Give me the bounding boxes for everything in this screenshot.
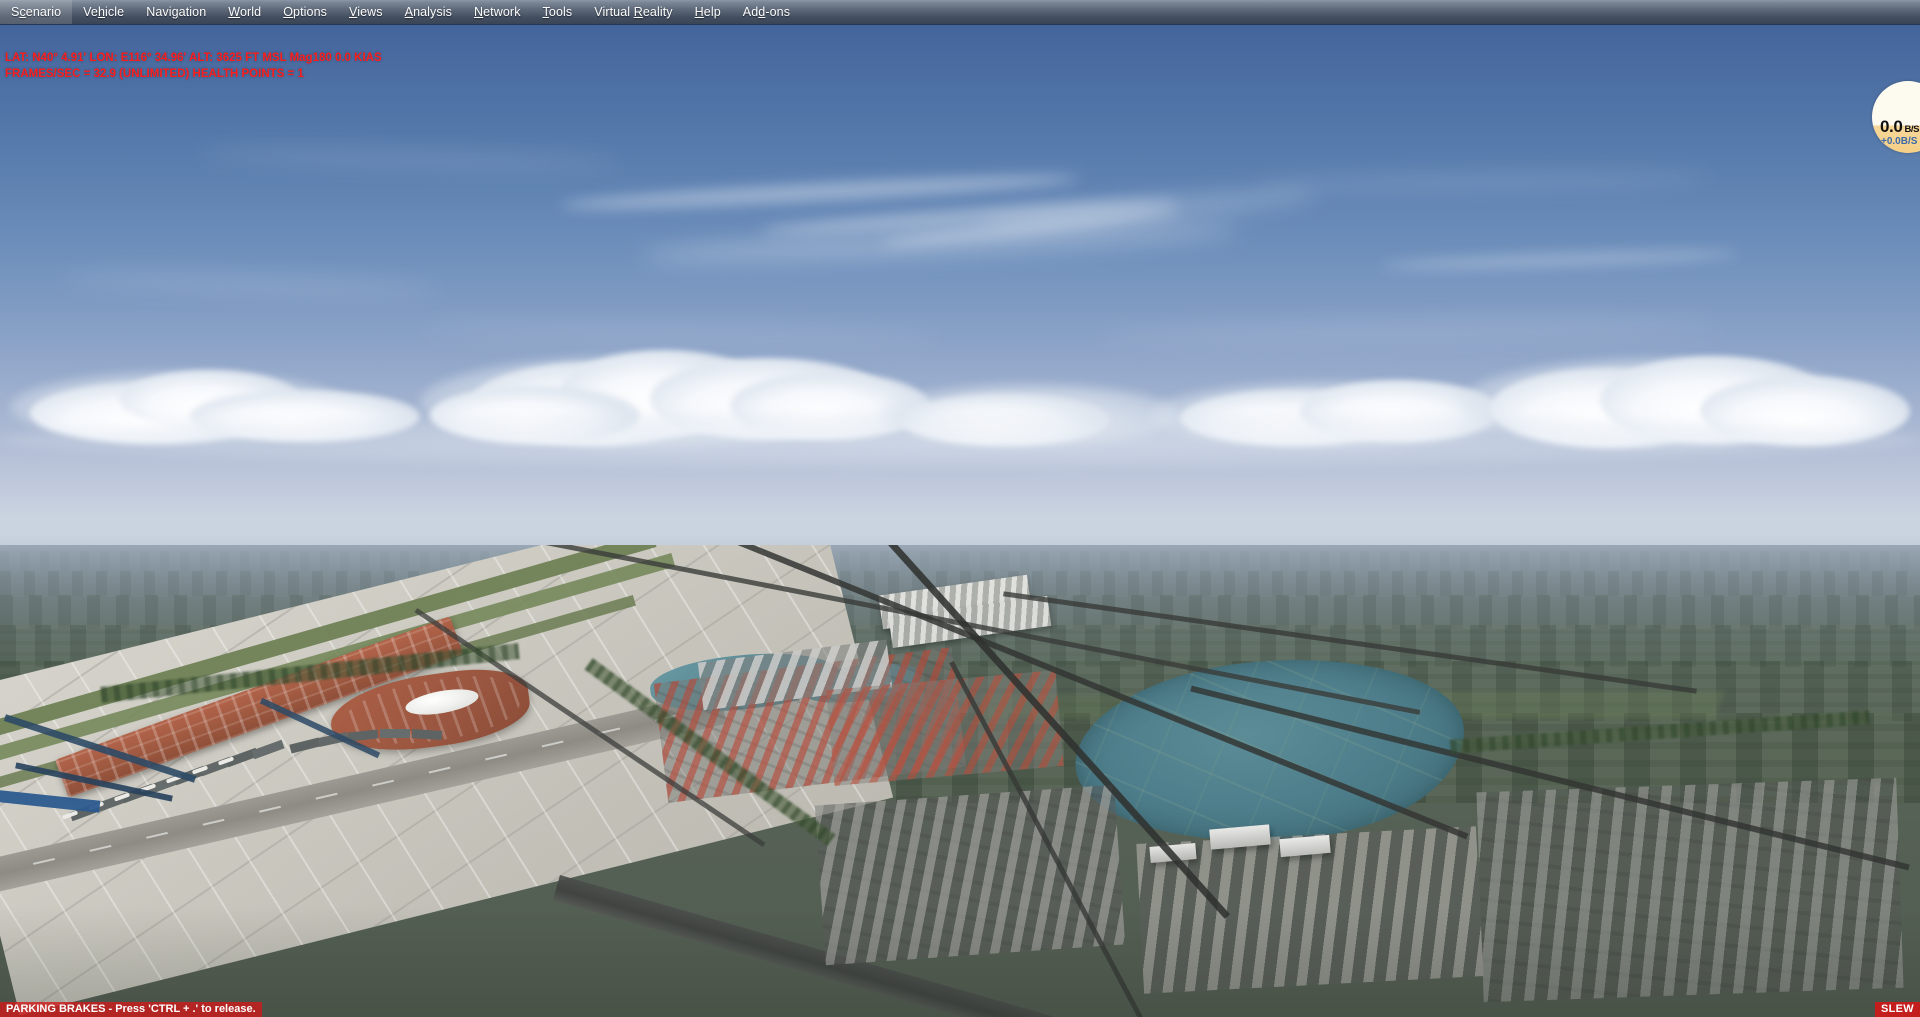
menu-options[interactable]: Options [272, 0, 338, 24]
menu-scenario[interactable]: Scenario [0, 0, 73, 24]
terrain-detail [0, 545, 1920, 1017]
menu-world[interactable]: World [217, 0, 272, 24]
flight-simulator-window: Scenario Vehicle Navigation World Options Vie… [0, 0, 1920, 1017]
menu-network[interactable]: Network [463, 0, 532, 24]
menu-add-ons[interactable]: Add-ons [732, 0, 801, 24]
bandwidth-unit: B/S [1904, 124, 1920, 135]
menu-analysis[interactable]: Analysis [394, 0, 463, 24]
menu-virtual-reality[interactable]: Virtual Reality [583, 0, 683, 24]
menu-tools[interactable]: Tools [532, 0, 584, 24]
menu-navigation[interactable]: Navigation [135, 0, 217, 24]
bandwidth-delta: +0.0B/S [1881, 136, 1918, 147]
bandwidth-value: 0.0 [1880, 117, 1903, 136]
simulation-viewport[interactable]: LAT: N40° 4.91' LON: E116° 34.96' ALT: 3… [0, 24, 1920, 1017]
parking-brake-warning: PARKING BRAKES - Press 'CTRL + .' to rel… [0, 1002, 262, 1017]
menu-help[interactable]: Help [684, 0, 732, 24]
bandwidth-value-group: 0.0 B/S [1880, 117, 1919, 137]
menu-bar: Scenario Vehicle Navigation World Options Vie… [0, 0, 1920, 24]
slew-mode-indicator: SLEW [1875, 1002, 1920, 1017]
menu-views[interactable]: Views [338, 0, 394, 24]
menu-vehicle[interactable]: Vehicle [72, 0, 135, 24]
